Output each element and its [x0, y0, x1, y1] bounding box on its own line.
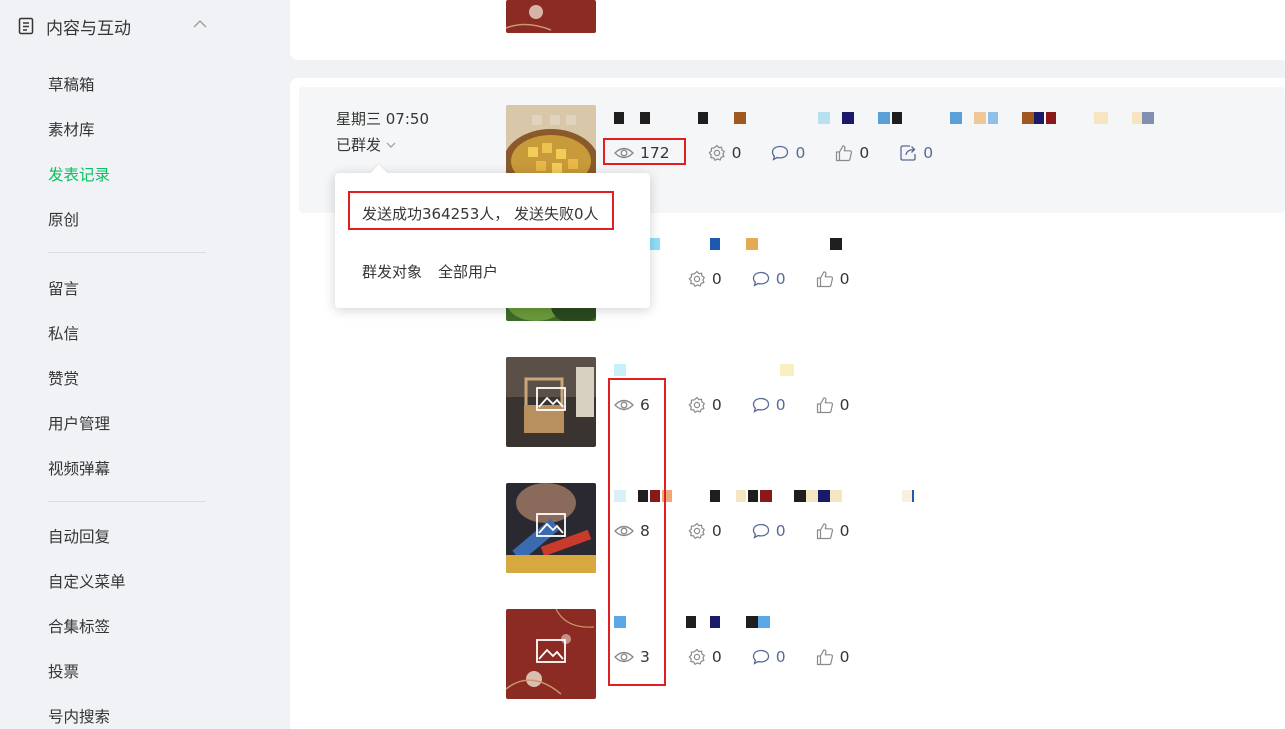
sidebar-item-rewards[interactable]: 赞赏 [48, 367, 79, 389]
like-count: 0 [816, 522, 850, 540]
chevron-down-icon [386, 142, 396, 148]
sidebar-item-collection-tags[interactable]: 合集标签 [48, 615, 110, 637]
image-placeholder-icon [536, 639, 566, 663]
publish-status-label: 已群发 [336, 136, 382, 154]
gear-count: 0 [708, 144, 741, 162]
article-title[interactable] [612, 360, 852, 378]
send-target-value: 全部用户 [438, 263, 499, 281]
gear-icon [688, 396, 705, 413]
gear-icon [688, 522, 705, 539]
sidebar-item-publish-records[interactable]: 发表记录 [48, 163, 110, 185]
gear-count: 0 [688, 522, 722, 540]
comment-icon [752, 271, 769, 287]
thumb-up-icon [816, 523, 833, 540]
section-header-content[interactable]: 内容与互动 [18, 12, 218, 40]
comment-count[interactable]: 0 [752, 396, 786, 414]
article-thumbnail[interactable] [506, 0, 596, 33]
section-title: 内容与互动 [46, 18, 131, 39]
sidebar-item-votes[interactable]: 投票 [48, 660, 79, 682]
article-thumbnail[interactable] [506, 357, 596, 447]
thumb-up-icon [816, 397, 833, 414]
comment-icon [752, 523, 769, 539]
thumb-up-icon [816, 649, 833, 666]
like-count: 0 [816, 270, 850, 288]
comment-count[interactable]: 0 [771, 144, 805, 162]
comment-count[interactable]: 0 [752, 522, 786, 540]
comment-count[interactable]: 0 [752, 270, 786, 288]
send-target-label: 群发对象 [362, 263, 423, 281]
publish-date: 星期三 07:50 [336, 110, 429, 128]
article-stats: 0 0 0 0 [614, 270, 880, 288]
annotation-box-send-result [348, 191, 614, 230]
sidebar-item-users[interactable]: 用户管理 [48, 412, 110, 434]
image-placeholder-icon [536, 513, 566, 537]
sidebar-divider [48, 501, 206, 502]
gear-count: 0 [688, 396, 722, 414]
sidebar-item-video-danmaku[interactable]: 视频弹幕 [48, 457, 110, 479]
comment-count[interactable]: 0 [752, 648, 786, 666]
previous-record-card [290, 0, 1285, 60]
gear-count: 0 [688, 648, 722, 666]
annotation-box-views [603, 138, 686, 165]
sidebar-item-comments[interactable]: 留言 [48, 277, 79, 299]
comment-icon [752, 397, 769, 413]
comment-icon [752, 649, 769, 665]
sidebar-item-auto-reply[interactable]: 自动回复 [48, 525, 110, 547]
gear-icon [688, 648, 705, 665]
sidebar-item-custom-menu[interactable]: 自定义菜单 [48, 570, 126, 592]
gear-icon [688, 270, 705, 287]
sidebar-item-materials[interactable]: 素材库 [48, 118, 95, 140]
sidebar-item-messages[interactable]: 私信 [48, 322, 79, 344]
like-count: 0 [835, 144, 869, 162]
article-thumbnail[interactable] [506, 609, 596, 699]
chevron-up-icon [193, 20, 207, 28]
share-icon [900, 145, 916, 161]
thumb-up-icon [836, 145, 853, 162]
thumb-up-icon [816, 271, 833, 288]
sidebar-item-drafts[interactable]: 草稿箱 [48, 73, 95, 95]
gear-count: 0 [688, 270, 722, 288]
document-icon [18, 17, 34, 35]
sidebar-item-original[interactable]: 原创 [48, 208, 79, 230]
share-count[interactable]: 0 [899, 144, 933, 162]
comment-icon [772, 145, 789, 161]
sidebar-divider [48, 252, 206, 253]
article-thumbnail[interactable] [506, 483, 596, 573]
sidebar-item-search[interactable]: 号内搜索 [48, 705, 110, 727]
article-title[interactable] [612, 486, 972, 504]
annotation-box-views-column [608, 378, 666, 686]
send-target-row: 群发对象 全部用户 [362, 261, 498, 282]
image-placeholder-icon [536, 387, 566, 411]
gear-icon [708, 144, 725, 161]
article-title[interactable] [612, 108, 1172, 126]
like-count: 0 [816, 396, 850, 414]
like-count: 0 [816, 648, 850, 666]
sidebar: 内容与互动 草稿箱 素材库 发表记录 原创 留言 私信 赞赏 用户管理 视频弹幕… [0, 0, 290, 729]
publish-status[interactable]: 已群发 [336, 134, 397, 155]
